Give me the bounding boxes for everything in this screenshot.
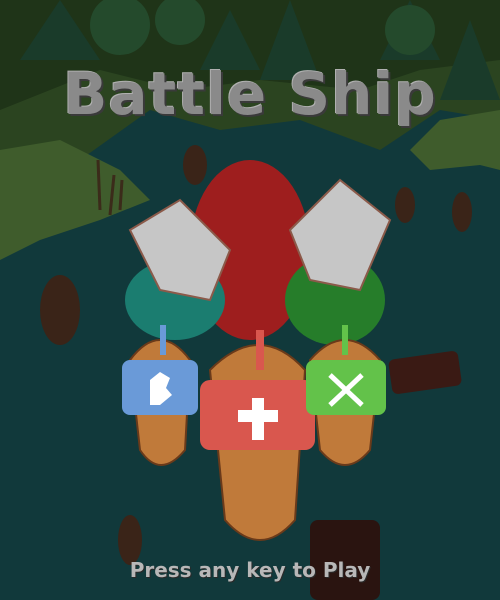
game-scene[interactable]: Battle Ship Press any key to Play [0, 0, 500, 600]
game-title: Battle Ship [63, 60, 437, 128]
press-to-play-prompt[interactable]: Press any key to Play [0, 558, 500, 582]
